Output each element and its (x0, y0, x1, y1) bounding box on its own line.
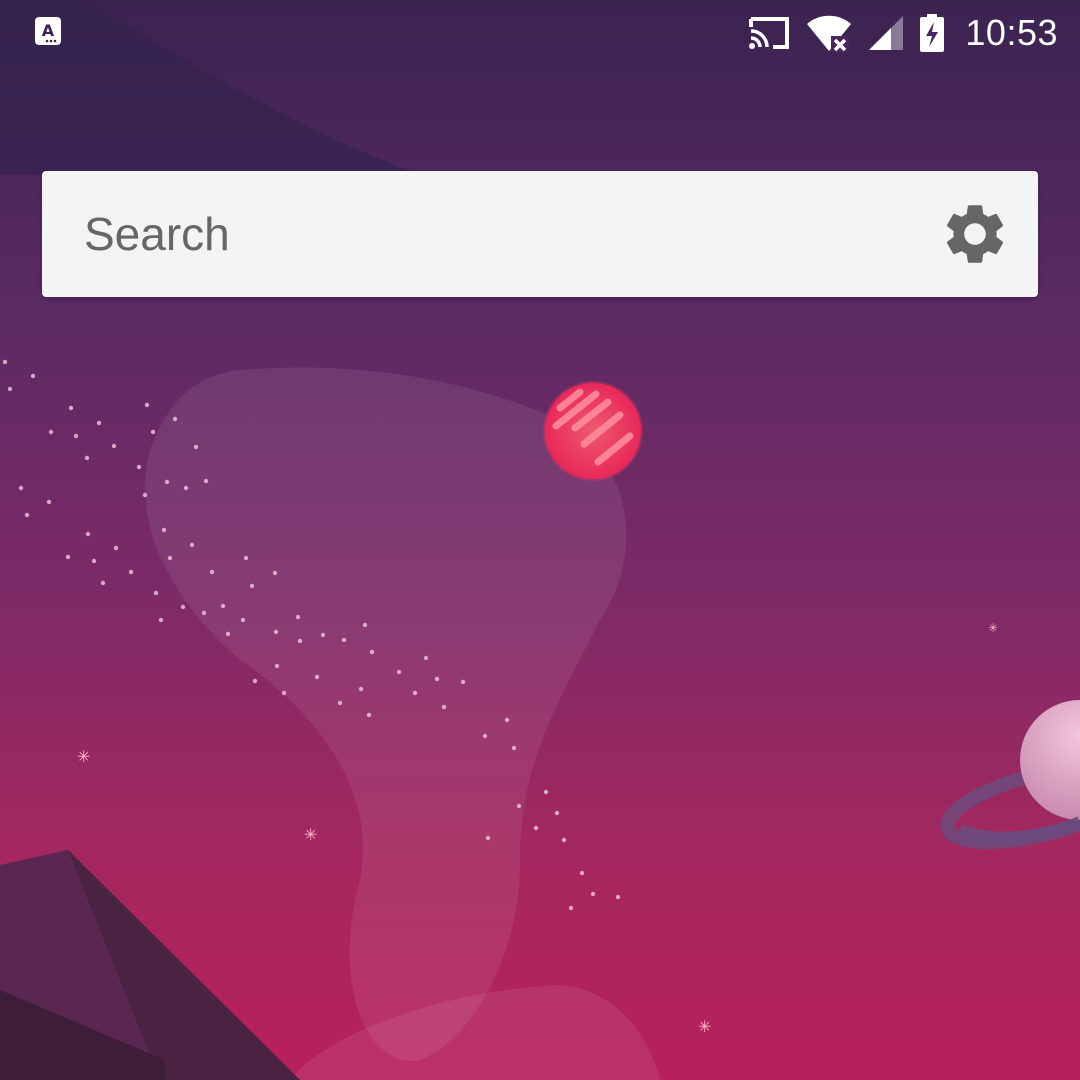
svg-text:✳: ✳ (304, 825, 317, 844)
search-input[interactable] (84, 205, 884, 263)
accessibility-a-icon: A (35, 17, 61, 45)
svg-text:✳: ✳ (698, 1017, 711, 1036)
battery-charging-icon (920, 14, 945, 52)
cast-icon (749, 17, 790, 49)
svg-text:✳: ✳ (77, 747, 90, 766)
notification-area: A (34, 16, 64, 53)
status-bar: A 10:53 (0, 0, 1080, 66)
clock: 10:53 (965, 12, 1058, 53)
nebula-blob-bottom (290, 985, 660, 1080)
cell-signal-icon (869, 16, 904, 50)
nebula-blob (144, 367, 627, 1061)
wifi-no-internet-icon (807, 15, 852, 52)
system-icons: 10:53 (747, 8, 1058, 58)
svg-text:A: A (42, 21, 55, 40)
settings-button[interactable] (935, 194, 1015, 274)
ringed-planet (940, 700, 1080, 850)
svg-text:✳: ✳ (988, 621, 998, 635)
search-bar[interactable] (42, 171, 1038, 297)
space-wallpaper: ✳ ✳ ✳ ✳ (0, 0, 1080, 1080)
red-planet (543, 381, 643, 481)
gear-icon (946, 205, 1004, 263)
